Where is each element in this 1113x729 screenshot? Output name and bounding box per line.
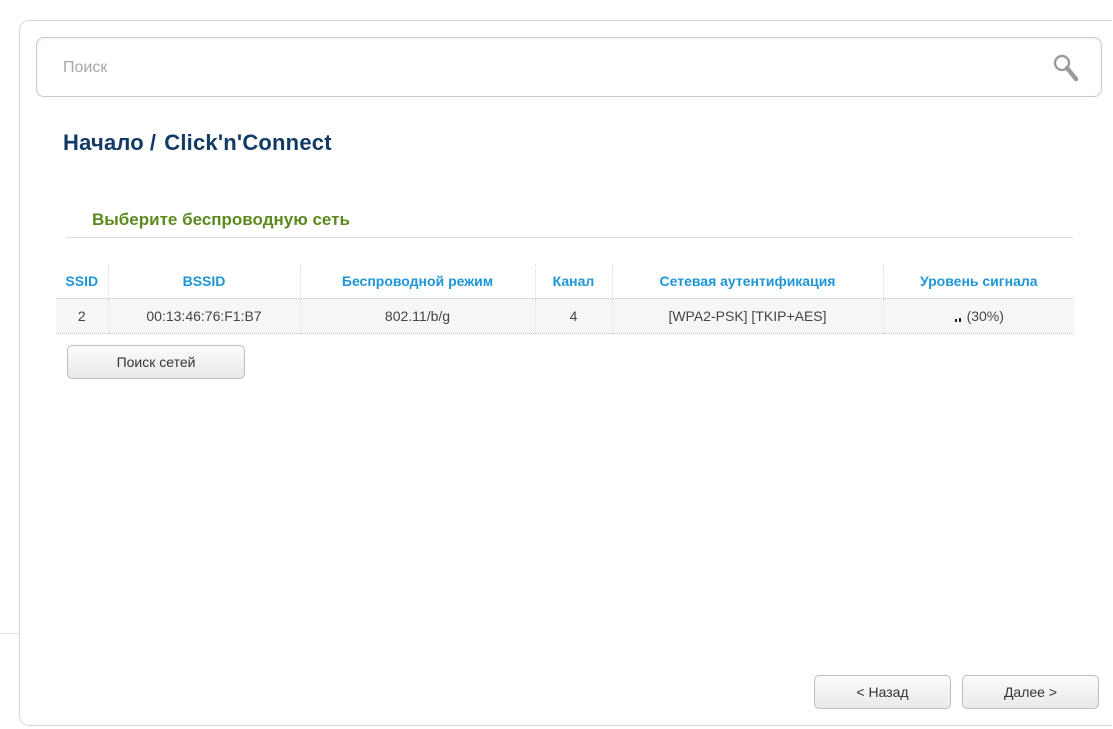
- breadcrumb-separator: /: [149, 130, 157, 155]
- cell-signal: (30%): [882, 298, 1074, 334]
- search-input[interactable]: [61, 52, 1025, 84]
- column-header-bssid: BSSID: [107, 264, 300, 299]
- column-header-auth: Сетевая аутентификация: [611, 264, 883, 299]
- section-title: Выберите беспроводную сеть: [92, 210, 350, 229]
- table-header-row: SSID BSSID Беспроводной режим Канал Сете…: [56, 264, 1074, 299]
- search-bar: [36, 37, 1102, 97]
- cell-ssid: 2: [56, 298, 108, 334]
- cell-auth: [WPA2-PSK] [TKIP+AES]: [611, 298, 883, 334]
- cell-mode: 802.11/b/g: [299, 298, 535, 334]
- cell-bssid: 00:13:46:76:F1:B7: [107, 298, 300, 334]
- breadcrumb: Начало / Click'n'Connect: [63, 130, 332, 156]
- breadcrumb-current: Click'n'Connect: [164, 130, 332, 155]
- table-row[interactable]: 2 00:13:46:76:F1:B7 802.11/b/g 4 [WPA2-P…: [56, 298, 1074, 334]
- section-divider: [66, 237, 1073, 238]
- breadcrumb-home[interactable]: Начало: [63, 130, 144, 155]
- search-icon[interactable]: [1051, 52, 1081, 84]
- signal-bar: [958, 318, 961, 322]
- signal-strength-icon: [954, 312, 964, 322]
- column-header-mode: Беспроводной режим: [299, 264, 535, 299]
- cell-channel: 4: [534, 298, 612, 334]
- rescan-networks-button[interactable]: Поиск сетей: [67, 345, 245, 379]
- column-header-ssid: SSID: [56, 264, 108, 299]
- signal-bar: [954, 319, 957, 322]
- column-header-signal: Уровень сигнала: [882, 264, 1074, 299]
- column-header-channel: Канал: [534, 264, 612, 299]
- left-divider: [0, 633, 19, 634]
- back-button[interactable]: < Назад: [814, 675, 951, 709]
- next-button[interactable]: Далее >: [962, 675, 1099, 709]
- signal-percent: (30%): [966, 308, 1004, 324]
- network-table: SSID BSSID Беспроводной режим Канал Сете…: [56, 264, 1074, 334]
